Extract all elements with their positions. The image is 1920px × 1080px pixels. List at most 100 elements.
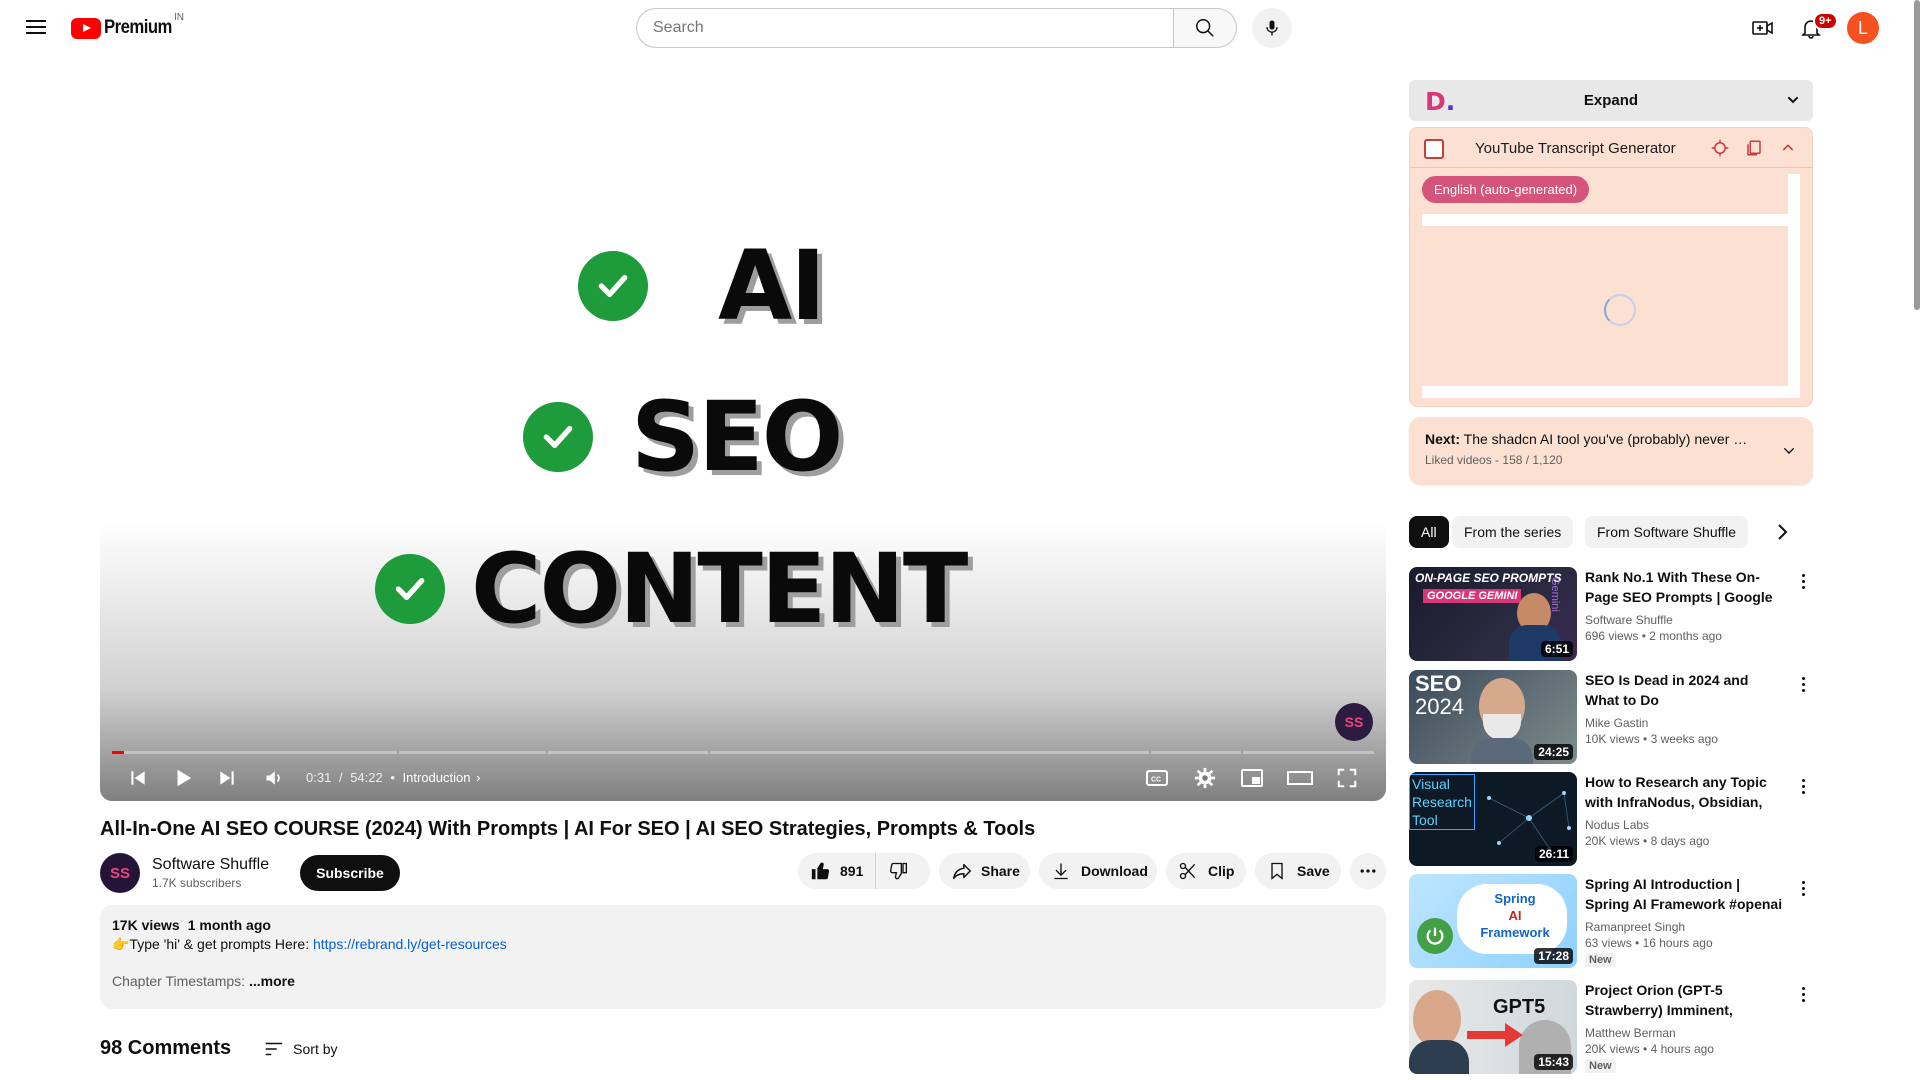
channel-name[interactable]: Matthew Berman	[1585, 1026, 1785, 1040]
play-button[interactable]	[163, 758, 203, 798]
captions-button[interactable]: CC	[1137, 758, 1177, 798]
next-icon	[220, 771, 234, 785]
play-icon	[177, 769, 192, 787]
description-line: 👉Type 'hi' & get prompts Here: https://r…	[112, 936, 1374, 953]
channel-name[interactable]: Nodus Labs	[1585, 818, 1785, 832]
recommendation-item[interactable]: Spring AI Framework 17:28 Spring AI Intr…	[1409, 874, 1813, 968]
more-vertical-icon[interactable]	[1795, 982, 1811, 1006]
theater-mode-button[interactable]	[1280, 758, 1320, 798]
check-icon	[523, 402, 593, 472]
previous-button[interactable]	[118, 758, 158, 798]
microphone-icon	[1266, 20, 1278, 36]
comments-header: 98 Comments Sort by	[100, 1037, 338, 1060]
settings-button[interactable]	[1185, 758, 1225, 798]
mute-button[interactable]	[254, 758, 294, 798]
resources-link[interactable]: https://rebrand.ly/get-resources	[313, 936, 507, 952]
thumbs-up-icon	[811, 862, 830, 880]
recommendation-item[interactable]: SEO 2024 24:25 SEO Is Dead in 2024 and W…	[1409, 670, 1813, 764]
video-title[interactable]: How to Research any Topic with InfraNodu…	[1585, 772, 1785, 812]
video-title[interactable]: Project Orion (GPT-5 Strawberry) Imminen…	[1585, 980, 1785, 1020]
video-thumbnail: ON-PAGE SEO PROMPTS GOOGLE GEMINI Gemini…	[1409, 567, 1577, 661]
progress-bar[interactable]	[112, 751, 1375, 754]
video-player[interactable]: AI SEO CONTENT SS 0:31 / 54:22 • Introdu…	[100, 78, 1386, 801]
more-vertical-icon[interactable]	[1795, 672, 1811, 696]
like-button[interactable]: 891	[798, 853, 877, 889]
description-box[interactable]: 17K views 1 month ago 👉Type 'hi' & get pr…	[100, 905, 1386, 1009]
video-duration: 24:25	[1534, 744, 1573, 760]
more-vertical-icon[interactable]	[1795, 774, 1811, 798]
sort-by-button[interactable]: Sort by	[263, 1038, 338, 1060]
miniplayer-button[interactable]	[1232, 758, 1272, 798]
video-title[interactable]: Rank No.1 With These On-Page SEO Prompts…	[1585, 567, 1785, 607]
video-title[interactable]: Spring AI Introduction | Spring AI Frame…	[1585, 874, 1785, 914]
slide-word: AI	[718, 230, 826, 342]
new-badge: New	[1585, 1059, 1616, 1073]
channel-name[interactable]: Software Shuffle	[1585, 613, 1785, 627]
transcript-scrollbar[interactable]	[1788, 174, 1800, 398]
crosshair-button[interactable]	[1710, 138, 1730, 158]
chevron-right-icon[interactable]	[1770, 520, 1794, 544]
chevron-down-icon	[1787, 96, 1799, 104]
channel-name[interactable]: Ramanpreet Singh	[1585, 920, 1785, 934]
video-thumbnail: SEO 2024 24:25	[1409, 670, 1577, 764]
recommendation-item[interactable]: ON-PAGE SEO PROMPTS GOOGLE GEMINI Gemini…	[1409, 567, 1813, 661]
chip-all[interactable]: All	[1409, 516, 1449, 548]
copy-button[interactable]	[1744, 138, 1764, 158]
owner-row: SS Software Shuffle 1.7K subscribers Sub…	[100, 853, 400, 893]
video-title[interactable]: SEO Is Dead in 2024 and What to Do	[1585, 670, 1785, 710]
expand-label: Expand	[1583, 92, 1639, 109]
subscribe-button[interactable]: Subscribe	[300, 855, 400, 891]
view-count: 63 views	[1585, 936, 1632, 950]
more-vertical-icon[interactable]	[1795, 876, 1811, 900]
video-thumbnail: GPT5 15:43	[1409, 980, 1577, 1074]
more-actions-button[interactable]	[1350, 853, 1386, 889]
captions-icon: CC	[1146, 770, 1168, 786]
search-button[interactable]	[1173, 8, 1237, 48]
expand-bar[interactable]: D. Expand	[1409, 80, 1813, 121]
voice-search-button[interactable]	[1252, 8, 1292, 48]
create-button[interactable]	[1743, 8, 1783, 48]
page-scrollbar[interactable]	[1914, 0, 1920, 310]
recommendation-item[interactable]: GPT5 15:43 Project Orion (GPT-5 Strawber…	[1409, 980, 1813, 1074]
download-button[interactable]: Download	[1039, 853, 1157, 889]
playlist-info: Liked videos - 158 / 1,120	[1425, 453, 1563, 467]
fullscreen-button[interactable]	[1327, 758, 1367, 798]
dislike-button[interactable]	[876, 853, 920, 889]
chapter-title[interactable]: Introduction	[403, 770, 471, 785]
clip-button[interactable]: Clip	[1166, 853, 1246, 889]
collapse-button[interactable]	[1778, 138, 1798, 158]
channel-avatar[interactable]: SS	[100, 853, 140, 893]
show-more-button[interactable]: ...more	[249, 973, 295, 989]
account-avatar[interactable]: L	[1847, 12, 1879, 44]
slide-word: CONTENT	[471, 533, 968, 645]
video-title: All-In-One AI SEO COURSE (2024) With Pro…	[100, 818, 1036, 840]
share-button[interactable]: Share	[939, 853, 1030, 889]
channel-name[interactable]: Software Shuffle	[152, 856, 269, 874]
transcript-logo-icon	[1424, 139, 1444, 159]
more-vertical-icon[interactable]	[1795, 569, 1811, 593]
transcript-title: YouTube Transcript Generator	[1475, 140, 1676, 157]
thumbnail-text: Visual	[1412, 776, 1450, 792]
thumbnail-shirt	[1409, 1040, 1469, 1074]
time-display: 0:31 / 54:22 • Introduction ›	[306, 770, 481, 785]
menu-icon[interactable]	[24, 16, 48, 40]
video-duration: 6:51	[1540, 641, 1573, 657]
chapter-segment	[710, 751, 1150, 754]
channel-name[interactable]: Mike Gastin	[1585, 716, 1785, 730]
youtube-premium-logo[interactable]: Premium	[71, 16, 181, 40]
playlist-next-card[interactable]: Next: The shadcn AI tool you've (probabl…	[1409, 417, 1813, 485]
save-label: Save	[1297, 863, 1330, 879]
arrow-right-icon	[1467, 1023, 1523, 1047]
previous-icon	[131, 771, 145, 785]
transcript-panel: YouTube Transcript Generator English (au…	[1409, 127, 1813, 407]
search-input[interactable]	[636, 8, 1173, 48]
chip-from-software-shuffle[interactable]: From Software Shuffle	[1585, 516, 1749, 548]
language-chip[interactable]: English (auto-generated)	[1422, 176, 1590, 203]
next-button[interactable]	[207, 758, 247, 798]
save-button[interactable]: Save	[1255, 853, 1341, 889]
chip-from-the-series[interactable]: From the series	[1452, 516, 1574, 548]
recommendation-item[interactable]: Visual Research Tool 26:11 How to Resear…	[1409, 772, 1813, 866]
channel-watermark[interactable]: SS	[1335, 703, 1373, 741]
loading-spinner	[1604, 294, 1636, 326]
notifications-button[interactable]: 9+	[1791, 8, 1838, 48]
